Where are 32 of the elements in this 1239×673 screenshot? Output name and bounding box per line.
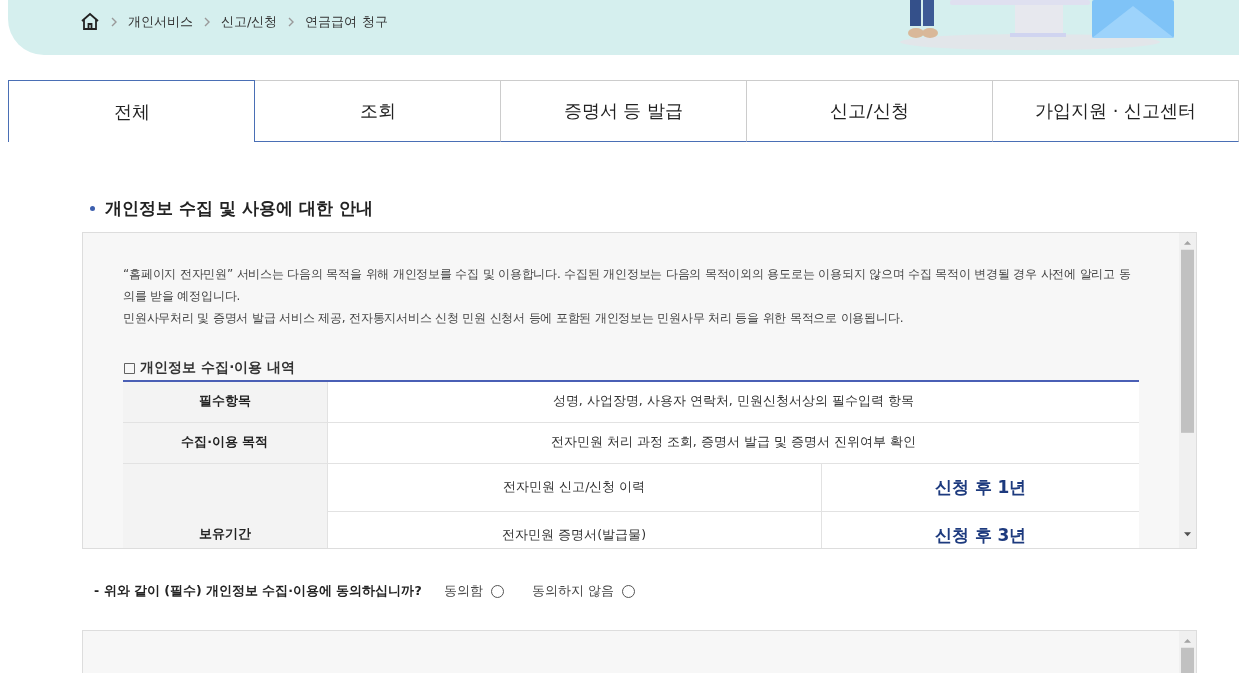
tab[interactable]: 조회 bbox=[255, 80, 501, 142]
radio-option[interactable]: 동의함 bbox=[443, 583, 504, 600]
notice-text: 민원사무처리 및 증명서 발급 서비스 제공, 전자통지서비스 신청 민원 신청서 등에 포함된 개인정보는 민원사무 처리 등을 위한 목적으로 이용됩니다. bbox=[123, 310, 905, 327]
table-cell: 전자민원 증명서(발급물) bbox=[327, 511, 822, 548]
radio-button[interactable] bbox=[621, 585, 635, 598]
breadcrumb-link[interactable]: 연금급여 청구 bbox=[305, 12, 388, 31]
bullet-icon bbox=[90, 206, 95, 211]
radio-button[interactable] bbox=[490, 585, 504, 598]
breadcrumb-link[interactable]: 개인서비스 bbox=[128, 12, 193, 31]
section-title: 개인정보 수집 및 사용에 대한 안내 bbox=[105, 197, 373, 220]
table-title: □ 개인정보 수집·이용 내역 bbox=[123, 359, 296, 377]
table-cell: 신청 후 3년 bbox=[821, 511, 1139, 548]
tab[interactable]: 전체 bbox=[8, 80, 255, 142]
chevron-icon bbox=[203, 16, 211, 27]
table-header-cell: 보유기간 bbox=[123, 463, 327, 548]
chevron-icon bbox=[287, 16, 296, 27]
home-icon[interactable] bbox=[80, 12, 100, 31]
table-cell: 신청 후 1년 bbox=[821, 463, 1139, 511]
tab[interactable]: 가입지원 · 신고센터 bbox=[993, 80, 1239, 142]
table-cell: 성명, 사업장명, 사용자 연락처, 민원신청서상의 필수입력 항목 bbox=[327, 381, 1139, 422]
scrollbar[interactable] bbox=[1179, 233, 1196, 548]
chevron-icon bbox=[110, 16, 118, 27]
tab[interactable]: 증명서 등 발급 bbox=[501, 80, 747, 142]
notice-text: “홈페이지 전자민원” 서비스는 다음의 목적을 위해 개인정보를 수집 및 이용합니다. 수집된 개인정보는 다음의 목적이외의 용도로는 이용되지 않으며 수집 목적이 변경될 경우 사전에 알리고 동의를 받을 예정입니다. bbox=[123, 266, 1132, 305]
table-cell: 전자민원 신고/신청 이력 bbox=[327, 463, 822, 511]
table-header-cell: 필수항목 bbox=[123, 381, 327, 422]
breadcrumb-link[interactable]: 신고/신청 bbox=[221, 12, 278, 31]
tab[interactable]: 신고/신청 bbox=[747, 80, 993, 142]
table-header-cell: 수집·이용 목적 bbox=[123, 422, 327, 463]
table-cell: 전자민원 처리 과정 조회, 증명서 발급 및 증명서 진위여부 확인 bbox=[327, 422, 1139, 463]
radio-option[interactable]: 동의하지 않음 bbox=[531, 583, 635, 600]
consent-question: - 위와 같이 (필수) 개인정보 수집·이용에 동의하십니까? bbox=[94, 583, 422, 600]
